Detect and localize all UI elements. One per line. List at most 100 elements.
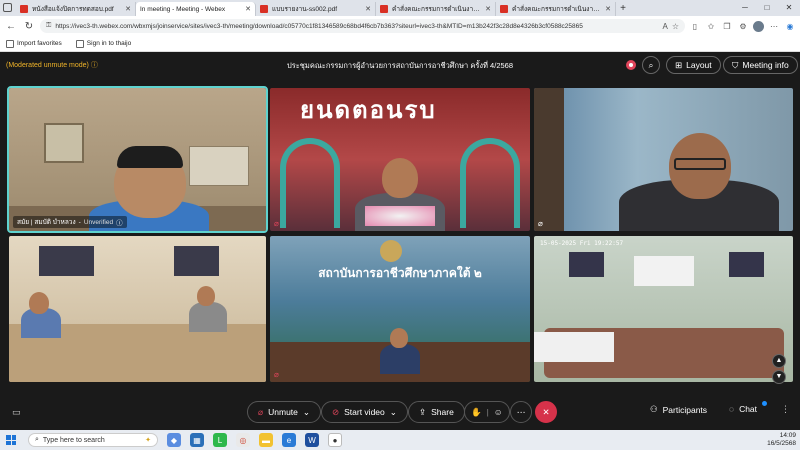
wall-screen <box>174 246 219 276</box>
refresh-icon[interactable]: ↻ <box>22 21 36 32</box>
person-head <box>390 328 408 348</box>
taskbar-search[interactable]: ⌕ Type here to search ✦ <box>28 433 158 447</box>
participant-name: สมัย | สมบัติ บำหลวง <box>17 219 76 226</box>
store-app-icon[interactable]: ▦ <box>190 433 204 447</box>
tab-actions-icon[interactable] <box>3 3 12 12</box>
browser-tab[interactable]: คำสั่งคณะกรรมการดำเนินงาน.pdf ✕ <box>496 2 616 16</box>
tab-title: คำสั่งคณะกรรมการดำเนินงาน.pdf <box>392 6 482 13</box>
naga-right <box>460 138 520 228</box>
video-tile[interactable]: สถาบันการอาชีวศึกษาภาคใต้ ๒ ⌀ <box>270 236 530 382</box>
scroll-down-button[interactable]: ▼ <box>772 370 786 384</box>
captions-icon[interactable]: ▭ <box>12 407 21 418</box>
more-icon: ⋯ <box>516 406 526 417</box>
search-button[interactable]: ⌕ <box>642 56 660 74</box>
video-tile[interactable] <box>9 236 266 382</box>
unmute-label: Unmute <box>268 407 298 417</box>
collections-icon[interactable]: ❐ <box>721 22 733 31</box>
chrome-app-icon[interactable]: ◎ <box>236 433 250 447</box>
site-info-icon[interactable]: ⚿ <box>46 22 51 30</box>
video-tile[interactable]: 15-05-2025 Fri 19:22:57 <box>534 236 793 382</box>
person-head <box>29 292 49 314</box>
browser-tab[interactable]: แบบรายงาน-ss002.pdf ✕ <box>256 2 376 16</box>
pdf-icon <box>380 5 388 13</box>
browser-tab[interactable]: คำสั่งคณะกรรมการดำเนินงาน.pdf ✕ <box>376 2 496 16</box>
more-menu-icon[interactable]: ⋯ <box>768 22 780 31</box>
search-icon: ⌕ <box>35 436 39 443</box>
system-clock[interactable]: 14:09 16/5/2568 <box>767 432 796 448</box>
profile-avatar[interactable] <box>753 20 764 32</box>
tab-title: แบบรายงาน-ss002.pdf <box>272 6 338 13</box>
leave-meeting-button[interactable]: ✕ <box>535 401 557 423</box>
copilot-icon[interactable]: ◉ <box>784 22 796 31</box>
close-tab-icon[interactable]: ✕ <box>245 5 251 13</box>
new-tab-button[interactable]: + <box>616 2 630 16</box>
start-video-button[interactable]: ⊘ Start video ⌄ <box>321 401 408 423</box>
layout-button[interactable]: ⊞ Layout <box>666 56 721 74</box>
browser-tab[interactable]: หนังสือแจ้งปิดการทดสอบ.pdf ✕ <box>16 2 136 16</box>
bookmark-icon <box>75 39 84 48</box>
tab-title: หนังสือแจ้งปิดการทดสอบ.pdf <box>32 6 114 13</box>
favorite-star-icon[interactable]: ☆ <box>672 22 679 31</box>
windows-start-icon[interactable] <box>6 435 16 445</box>
scroll-up-button[interactable]: ▲ <box>772 354 786 368</box>
chat-label: Chat <box>739 404 758 414</box>
favorite-item[interactable]: Sign in to thaijo <box>75 39 131 48</box>
search-placeholder: Type here to search <box>42 436 105 444</box>
hair <box>117 146 183 168</box>
video-tile[interactable]: ⌀ <box>534 88 793 231</box>
line-app-icon[interactable]: L <box>213 433 227 447</box>
tab-title: คำสั่งคณะกรรมการดำเนินงาน.pdf <box>512 6 602 13</box>
url-field[interactable]: ⚿ https://ivec3-th.webex.com/wbxmjs/join… <box>40 19 685 33</box>
wall-screen <box>729 252 764 277</box>
wall-board <box>189 146 249 186</box>
minimize-button[interactable]: ─ <box>734 0 756 16</box>
papers <box>534 332 614 362</box>
browser-tab-active[interactable]: In meeting - Meeting - Webex ✕ <box>0 2 256 60</box>
tab-title: In meeting - Meeting - Webex <box>140 5 226 13</box>
reaction-icon: ☺ <box>493 407 503 417</box>
participants-button[interactable]: ⚇ Participants <box>650 404 707 415</box>
clock-date: 16/5/2568 <box>767 440 796 447</box>
extensions-icon[interactable]: ⚙ <box>737 22 749 31</box>
copilot-app-icon[interactable]: ◆ <box>167 433 181 447</box>
reactions-button[interactable]: ✋ | ☺ <box>464 401 510 423</box>
muted-mic-icon: ⌀ <box>274 219 279 228</box>
more-options-button[interactable]: ⋯ <box>510 401 532 423</box>
close-window-button[interactable]: ✕ <box>778 0 800 16</box>
meeting-info-button[interactable]: ⛉ Meeting info <box>723 56 798 74</box>
maximize-button[interactable]: □ <box>756 0 778 16</box>
unmute-button[interactable]: ⌀ Unmute ⌄ <box>247 401 322 423</box>
video-tile[interactable]: สมัย | สมบัติ บำหลวง - Unverified ⓘ <box>7 86 268 233</box>
favorites-icon[interactable]: ✩ <box>705 22 717 31</box>
word-app-icon[interactable]: W <box>305 433 319 447</box>
naga-left <box>280 138 340 228</box>
close-tab-icon[interactable]: ✕ <box>365 5 371 13</box>
more-panels-icon[interactable]: ⋮ <box>781 404 790 415</box>
close-tab-icon[interactable]: ✕ <box>485 5 491 13</box>
chevron-down-icon[interactable]: ⌄ <box>303 407 310 418</box>
window-controls: ─ □ ✕ <box>734 0 800 16</box>
banner-text: ยนดตอนรบ <box>300 95 437 124</box>
participants-icon: ⚇ <box>650 404 658 414</box>
chevron-down-icon[interactable]: ⌄ <box>390 407 397 418</box>
chat-button[interactable]: ◌ Chat <box>729 404 757 414</box>
wall-screen <box>569 252 604 277</box>
close-tab-icon[interactable]: ✕ <box>125 5 131 13</box>
edge-app-icon[interactable]: e <box>282 433 296 447</box>
person-head <box>382 158 418 198</box>
close-tab-icon[interactable]: ✕ <box>605 5 611 13</box>
favorite-item[interactable]: Import favorites <box>6 39 62 48</box>
meeting-info-label: Meeting info <box>742 60 789 70</box>
person <box>189 302 227 332</box>
share-button[interactable]: ⇪ Share <box>408 401 465 423</box>
favorites-bar: Import favorites Sign in to thaijo <box>0 36 800 52</box>
taskbar: ⌕ Type here to search ✦ ◆ ▦ L ◎ ▬ e W ● … <box>0 430 800 450</box>
share-icon: ⇪ <box>419 406 427 417</box>
video-tile[interactable]: ยนดตอนรบ ⌀ <box>270 88 530 231</box>
pdf-icon <box>260 5 268 13</box>
file-explorer-icon[interactable]: ▬ <box>259 433 273 447</box>
split-screen-icon[interactable]: ▯ <box>689 22 701 31</box>
read-aloud-icon[interactable]: A <box>662 22 667 31</box>
back-icon[interactable]: ← <box>4 21 18 32</box>
webex-app-icon[interactable]: ● <box>328 433 342 447</box>
